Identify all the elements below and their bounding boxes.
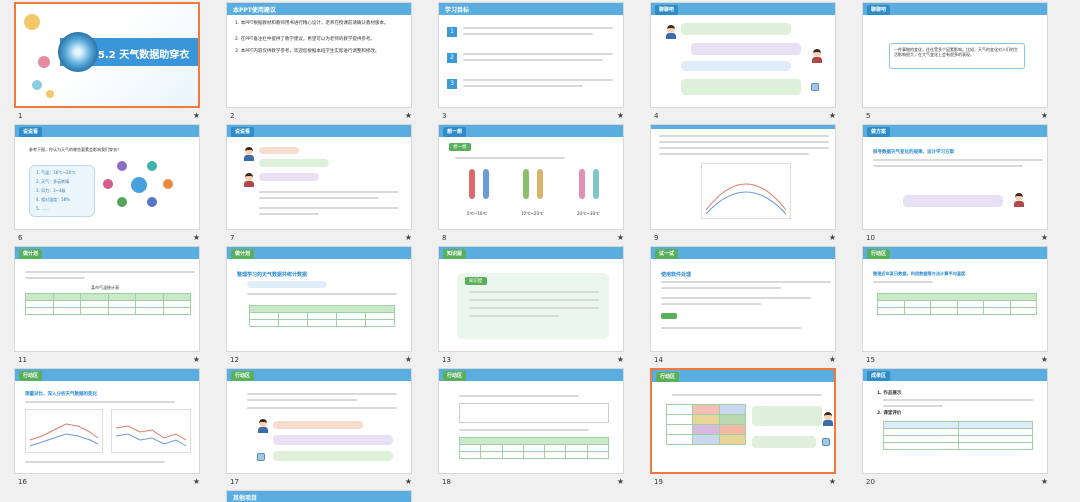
star-icon: ★ xyxy=(828,355,836,364)
star-icon: ★ xyxy=(616,477,624,486)
slide-thumb-16[interactable]: 行动区 测量对比，深入分析天气数据的变化 16 ★ xyxy=(8,366,200,490)
star-icon: ★ xyxy=(1040,477,1048,486)
slide-thumb-6[interactable]: 说说看 参考下图，你认为天气的哪些要素会影响我们穿衣？ 1. 气温：16℃~26… xyxy=(8,122,200,246)
star-icon: ★ xyxy=(192,233,200,242)
slide-thumb-9[interactable]: 9 ★ xyxy=(644,122,836,246)
slide-18-table xyxy=(458,437,610,459)
star-icon: ★ xyxy=(616,233,624,242)
slide-thumb-8[interactable]: 想一想 想一想 0℃~10℃ 10℃~20℃ 20℃~30℃ 8 ★ xyxy=(432,122,624,246)
star-icon: ★ xyxy=(192,111,200,120)
slide-thumb-2[interactable]: 本PPT使用建议 1. 本PPT根据教材和教师用书进行精心设计，老师在授课前请确… xyxy=(220,0,412,124)
star-icon: ★ xyxy=(404,233,412,242)
slide-thumb-17[interactable]: 行动区 17 ★ xyxy=(220,366,412,490)
star-icon: ★ xyxy=(616,111,624,120)
slide-thumb-15[interactable]: 行动区 整理近年某日数据，利用数据等方法计算平均温度 15 ★ xyxy=(856,244,1048,368)
line-chart-thumbnail xyxy=(115,425,187,447)
slide-thumb-10[interactable]: 做方案 探寻数据天气变化的规律，设计学习方案 10 ★ xyxy=(856,122,1048,246)
slide-thumb-7[interactable]: 说说看 7 ★ xyxy=(220,122,412,246)
star-icon: ★ xyxy=(404,355,412,364)
slide-thumb-12[interactable]: 做计划 整理学习的天气数据并统计数据 12 ★ xyxy=(220,244,412,368)
star-icon: ★ xyxy=(828,233,836,242)
slide-thumb-3[interactable]: 学习目标 1 2 3 3 ★ xyxy=(432,0,624,124)
slide-thumb-19[interactable]: 行动区 19 ★ xyxy=(644,366,836,490)
star-icon: ★ xyxy=(192,477,200,486)
star-icon: ★ xyxy=(404,111,412,120)
slide-thumb-11[interactable]: 做计划 某市气温统计表 11 ★ xyxy=(8,244,200,368)
star-icon: ★ xyxy=(1040,233,1048,242)
slide-thumb-22[interactable]: 其他项目 xyxy=(220,488,412,502)
star-icon: ★ xyxy=(404,477,412,486)
slide-15-table xyxy=(877,293,1037,315)
slide-thumb-18[interactable]: 行动区 18 ★ xyxy=(432,366,624,490)
star-icon: ★ xyxy=(192,355,200,364)
star-icon: ★ xyxy=(828,111,836,120)
slide-12-table xyxy=(249,305,395,327)
slide-thumb-14[interactable]: 试一试 使用软件处理 14 ★ xyxy=(644,244,836,368)
slide-11-table xyxy=(25,293,191,315)
slide-thumb-4[interactable]: 聊聊吧 4 ★ xyxy=(644,0,836,124)
line-chart-thumbnail xyxy=(705,183,787,215)
slide-thumb-20[interactable]: 成果区 1. 作品展示 2. 课堂评价 20 ★ xyxy=(856,366,1048,490)
slide-thumb-13[interactable]: 知识屋 知识屋 13 ★ xyxy=(432,244,624,368)
line-chart-thumbnail xyxy=(29,423,99,447)
slide-thumb-1[interactable]: 5.2 天气数据助穿衣 1 ★ xyxy=(8,0,200,124)
slide-20-table xyxy=(883,421,1033,450)
star-icon: ★ xyxy=(1040,111,1048,120)
slide-1-title: 5.2 天气数据助穿衣 xyxy=(98,50,190,61)
star-icon: ★ xyxy=(1040,355,1048,364)
slide-thumb-5[interactable]: 聊聊吧 一件事物的变化，往往受多个因素影响。比如，天气的变化对人们的生活影响很大… xyxy=(856,0,1048,124)
slide-19-table xyxy=(665,404,747,445)
star-icon: ★ xyxy=(828,477,836,486)
star-icon: ★ xyxy=(616,355,624,364)
